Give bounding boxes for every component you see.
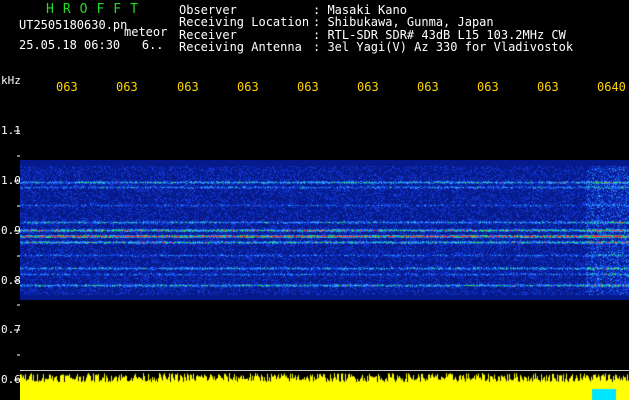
header: HROFFT UT2505180630.pn meteor 25.05.18 0… [0,0,629,76]
x-tick-label: 063 [477,80,499,94]
info-key: Receiving Location [179,15,310,30]
app-name: HROFFT [46,2,147,17]
x-tick-label: 0640 [597,80,626,94]
x-tick-label: 063 [177,80,199,94]
kind-label: meteor [124,25,168,39]
date-time: 25.05.18 06:30 6.. [19,38,164,52]
y-tick-label: 0.7 [1,323,21,336]
x-tick-label: 063 [56,80,78,94]
spectrogram-waterfall [20,160,629,300]
signal-histogram [20,371,629,400]
info-row-antenna: Receiving Antenna : 3el Yagi(V) Az 330 fo… [179,39,574,54]
file-name: UT2505180630.pn [19,18,128,32]
x-tick-label: 063 [537,80,559,94]
x-tick-label: 063 [116,80,138,94]
frequency-unit: kHz [1,74,21,87]
date-time-suffix: 6.. [141,38,164,52]
station-info: Observer: Masaki Kano Receiving Location… [179,4,573,53]
x-tick-label: 063 [417,80,439,94]
y-tick-label: 0.8 [1,274,21,287]
y-tick-label: 0.6 [1,373,21,386]
date-time-value: 25.05.18 06:30 [19,38,121,52]
x-tick-label: 063 [237,80,259,94]
info-value: : 3el Yagi(V) Az 330 for Vladivostok [313,39,574,54]
y-tick-label: 1.0 [1,174,21,187]
y-tick-label: 1.1 [1,124,21,137]
y-tick-label: 0.9 [1,224,21,237]
info-key: Receiving Antenna [179,39,302,54]
x-tick-label: 063 [297,80,319,94]
x-tick-label: 063 [357,80,379,94]
